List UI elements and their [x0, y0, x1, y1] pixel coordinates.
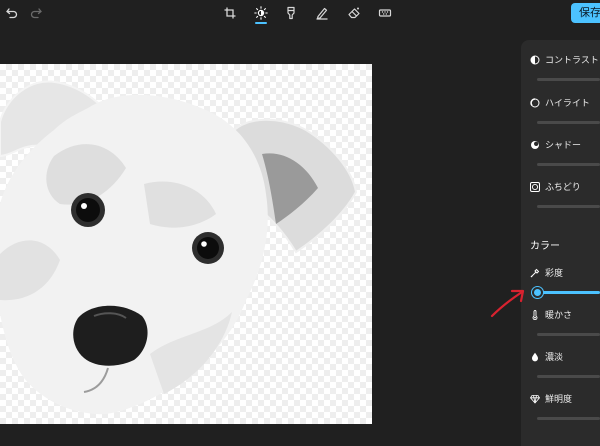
contrast-icon — [530, 55, 540, 65]
saturation-slider-track[interactable] — [537, 291, 600, 294]
color-section-header: カラー — [530, 241, 560, 252]
vignette-slider[interactable] — [537, 205, 600, 208]
background-erase-icon[interactable] — [345, 4, 363, 22]
highlight-slider[interactable] — [537, 121, 600, 124]
clarity-row[interactable]: 鮮明度 — [530, 392, 572, 405]
save-button[interactable]: 保存 — [571, 3, 600, 23]
tint-slider[interactable] — [537, 375, 600, 378]
shadow-label: シャドー — [545, 141, 582, 151]
contrast-slider[interactable] — [537, 78, 600, 81]
highlight-label: ハイライト — [545, 99, 590, 109]
active-tool-indicator — [255, 22, 267, 24]
contrast-row[interactable]: コントラスト — [530, 53, 599, 66]
highlight-icon — [530, 97, 540, 108]
warmth-slider[interactable] — [537, 333, 600, 336]
vignette-row[interactable]: ふちどり — [530, 180, 581, 193]
filter-icon[interactable] — [282, 4, 300, 22]
droplet-icon — [530, 352, 540, 362]
top-toolbar: 保存 — [0, 0, 600, 26]
diamond-icon — [530, 394, 540, 404]
undo-icon[interactable] — [3, 4, 21, 22]
adjust-brightness-icon[interactable] — [252, 4, 270, 22]
crop-icon[interactable] — [221, 4, 239, 22]
redo-icon[interactable] — [27, 4, 45, 22]
vignette-icon — [530, 181, 540, 192]
saturation-label: 彩度 — [545, 269, 564, 279]
eyedropper-icon — [530, 268, 540, 278]
white-dog-cutout — [0, 80, 358, 415]
warmth-label: 暖かさ — [545, 311, 573, 321]
retouch-icon[interactable] — [376, 4, 394, 22]
shadow-slider[interactable] — [537, 163, 600, 166]
vignette-label: ふちどり — [545, 183, 581, 193]
warmth-row[interactable]: 暖かさ — [530, 308, 572, 321]
tint-row[interactable]: 濃淡 — [530, 350, 563, 363]
clarity-slider[interactable] — [537, 417, 600, 420]
clarity-label: 鮮明度 — [545, 395, 573, 405]
contrast-label: コントラスト — [545, 56, 599, 66]
tint-label: 濃淡 — [545, 353, 564, 363]
image-canvas[interactable] — [0, 64, 372, 424]
saturation-row[interactable]: 彩度 — [530, 266, 563, 279]
adjustment-panel: コントラスト ハイライト シャドー ふちどり カラー 彩度 暖かさ 濃淡 鮮明度 — [521, 40, 600, 446]
shadow-row[interactable]: シャドー — [530, 138, 581, 151]
highlight-row[interactable]: ハイライト — [530, 96, 590, 109]
saturation-slider-thumb[interactable] — [532, 287, 543, 298]
shadow-icon — [530, 140, 540, 150]
red-arrow-icon — [490, 289, 525, 318]
photo-editor-window: 保存 コントラスト ハイライト シャドー ふちどり カラー 彩度 暖かさ 濃淡 … — [0, 0, 600, 446]
markup-pen-icon[interactable] — [313, 4, 331, 22]
